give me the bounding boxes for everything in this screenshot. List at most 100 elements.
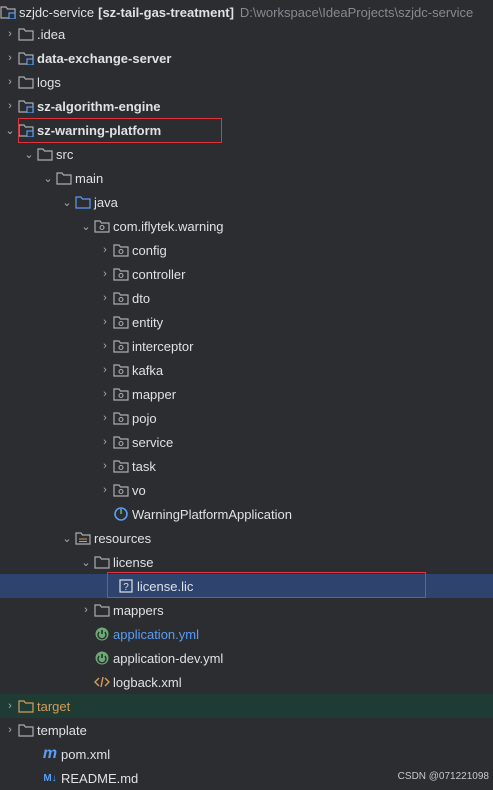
chevron-right-icon[interactable]: › — [97, 292, 113, 304]
chevron-right-icon[interactable]: › — [2, 724, 18, 736]
tree-row-package-item[interactable]: › pojo — [0, 406, 493, 430]
tree-row-template[interactable]: › template — [0, 718, 493, 742]
tree-row-application-yml[interactable]: application.yml — [0, 622, 493, 646]
chevron-right-icon[interactable]: › — [2, 76, 18, 88]
tree-row-package-item[interactable]: › dto — [0, 286, 493, 310]
file-label: pom.xml — [61, 746, 111, 762]
chevron-right-icon[interactable]: › — [97, 268, 113, 280]
chevron-right-icon[interactable]: › — [97, 316, 113, 328]
tree-row-java[interactable]: ⌄ java — [0, 190, 493, 214]
package-icon — [113, 242, 129, 258]
tree-row-package-item[interactable]: › config — [0, 238, 493, 262]
package-icon — [113, 434, 129, 450]
highlight-box-file — [107, 572, 426, 598]
package-label: pojo — [132, 410, 157, 426]
tree-row-logs[interactable]: › logs — [0, 70, 493, 94]
package-label: config — [132, 242, 167, 258]
tree-row-package-item[interactable]: › kafka — [0, 358, 493, 382]
tree-row-package-item[interactable]: › interceptor — [0, 334, 493, 358]
chevron-down-icon[interactable]: ⌄ — [78, 556, 94, 569]
chevron-down-icon[interactable]: ⌄ — [59, 532, 75, 545]
watermark: CSDN @071221098 — [397, 771, 489, 782]
tree-row-package-item[interactable]: › vo — [0, 478, 493, 502]
chevron-down-icon[interactable]: ⌄ — [78, 220, 94, 233]
xml-file-icon — [94, 674, 110, 690]
folder-label: license — [113, 554, 154, 570]
file-label: README.md — [61, 770, 139, 786]
chevron-right-icon[interactable]: › — [97, 244, 113, 256]
package-icon — [113, 290, 129, 306]
folder-icon — [18, 722, 34, 738]
chevron-right-icon[interactable]: › — [2, 700, 18, 712]
package-label: kafka — [132, 362, 164, 378]
chevron-right-icon[interactable]: › — [97, 364, 113, 376]
highlight-box-module — [18, 118, 222, 143]
chevron-right-icon[interactable]: › — [97, 460, 113, 472]
module-label: data-exchange-server — [37, 50, 172, 66]
chevron-right-icon[interactable]: › — [97, 388, 113, 400]
package-icon — [113, 386, 129, 402]
folder-label: template — [37, 722, 87, 738]
tree-row-package-item[interactable]: › controller — [0, 262, 493, 286]
folder-label: .idea — [37, 26, 66, 42]
markdown-icon: M↓ — [43, 772, 57, 784]
tree-row-sz-algorithm-engine[interactable]: › sz-algorithm-engine — [0, 94, 493, 118]
package-label: mapper — [132, 386, 177, 402]
chevron-right-icon[interactable]: › — [2, 100, 18, 112]
tree-row-idea[interactable]: › .idea — [0, 22, 493, 46]
root-path: D:\workspace\IdeaProjects\szjdc-service — [239, 4, 474, 20]
chevron-down-icon[interactable]: ⌄ — [59, 196, 75, 209]
tree-row-package-item[interactable]: › service — [0, 430, 493, 454]
tree-row-main[interactable]: ⌄ main — [0, 166, 493, 190]
chevron-right-icon[interactable]: › — [97, 340, 113, 352]
package-icon — [113, 458, 129, 474]
tree-row-pom[interactable]: m pom.xml — [0, 742, 493, 766]
module-folder-icon — [18, 98, 34, 114]
chevron-right-icon[interactable]: › — [78, 604, 94, 616]
chevron-right-icon[interactable]: › — [2, 28, 18, 40]
tree-row-target[interactable]: › target — [0, 694, 493, 718]
tree-row-package-item[interactable]: › entity — [0, 310, 493, 334]
package-label: controller — [132, 266, 186, 282]
folder-icon — [56, 170, 72, 186]
module-label: sz-algorithm-engine — [37, 98, 161, 114]
folder-icon — [94, 602, 110, 618]
tree-row-app-class[interactable]: WarningPlatformApplication — [0, 502, 493, 526]
spring-config-icon — [94, 650, 110, 666]
package-icon — [113, 362, 129, 378]
tree-row-data-exchange-server[interactable]: › data-exchange-server — [0, 46, 493, 70]
spring-config-icon — [94, 626, 110, 642]
tree-row-src[interactable]: ⌄ src — [0, 142, 493, 166]
file-label: logback.xml — [113, 674, 182, 690]
tree-row-logback[interactable]: logback.xml — [0, 670, 493, 694]
folder-label: src — [56, 146, 74, 162]
chevron-right-icon[interactable]: › — [97, 484, 113, 496]
package-label: entity — [132, 314, 164, 330]
chevron-right-icon[interactable]: › — [97, 412, 113, 424]
module-folder-icon — [0, 4, 16, 20]
package-label: vo — [132, 482, 146, 498]
package-icon — [113, 314, 129, 330]
tree-row-mappers[interactable]: › mappers — [0, 598, 493, 622]
file-label: application-dev.yml — [113, 650, 224, 666]
tree-row-root[interactable]: szjdc-service [sz-tail-gas-treatment] D:… — [0, 0, 493, 24]
spring-boot-class-icon — [113, 506, 129, 522]
tree-row-package[interactable]: ⌄ com.iflytek.warning — [0, 214, 493, 238]
chevron-down-icon[interactable]: ⌄ — [40, 172, 56, 185]
excluded-folder-icon — [18, 698, 34, 714]
module-folder-icon — [18, 50, 34, 66]
tree-row-resources[interactable]: ⌄ resources — [0, 526, 493, 550]
tree-row-package-item[interactable]: › task — [0, 454, 493, 478]
package-icon — [113, 410, 129, 426]
package-icon — [113, 266, 129, 282]
tree-row-package-item[interactable]: › mapper — [0, 382, 493, 406]
chevron-down-icon[interactable]: ⌄ — [21, 148, 37, 161]
tree-row-application-dev-yml[interactable]: application-dev.yml — [0, 646, 493, 670]
tree-row-license-folder[interactable]: ⌄ license — [0, 550, 493, 574]
package-label: task — [132, 458, 156, 474]
chevron-right-icon[interactable]: › — [2, 52, 18, 64]
chevron-right-icon[interactable]: › — [97, 436, 113, 448]
maven-icon: m — [42, 745, 58, 762]
source-folder-icon — [75, 194, 91, 210]
chevron-down-icon[interactable]: ⌄ — [2, 124, 18, 137]
